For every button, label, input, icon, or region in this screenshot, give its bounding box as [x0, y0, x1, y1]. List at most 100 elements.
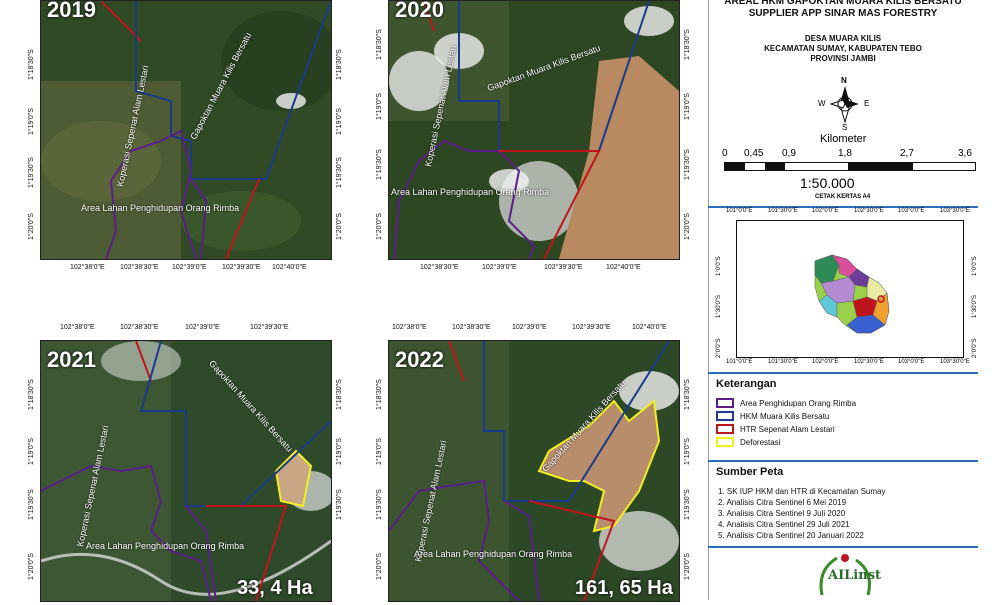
inset-map: 101°0'0"E 101°30'0"E 102°0'0"E 102°30'0"…: [708, 208, 978, 368]
inset-tick: 1°0'0"S: [716, 256, 722, 276]
scale-unit: Kilometer: [820, 133, 867, 145]
tick-right: 1°19'30"S: [684, 489, 691, 520]
tick-right: 1°18'30"S: [684, 379, 691, 410]
tick-right: 1°19'0"S: [684, 438, 691, 465]
tick-top: 102°39'30"E: [250, 324, 289, 331]
tick-bottom: 102°38'30"E: [420, 264, 459, 271]
title-line-1: AREAL HKM GAPOKTAN MUARA KILIS BERSATU: [724, 0, 962, 7]
divider: [708, 372, 978, 374]
tick-left: 1°19'30"S: [28, 489, 35, 520]
tick-left: 1°18'30"S: [376, 379, 383, 410]
map-frame-2022: 2022 Gapoktan Muara Kilis Bersatu Kopera…: [388, 340, 680, 602]
tick-bottom: 102°39'30"E: [544, 264, 583, 271]
map-year: 2019: [47, 0, 96, 22]
legend-title: Keterangan: [716, 378, 777, 390]
tick-right: 1°18'30"S: [336, 379, 343, 410]
compass-w: W: [818, 99, 826, 108]
legend-item: Area Penghidupan Orang Rimba: [716, 398, 856, 408]
tick-left: 1°18'30"S: [376, 29, 383, 60]
tick-bottom: 102°39'0"E: [482, 264, 517, 271]
source-item: 4. Analisis Citra Sentinel 29 Juli 2021: [718, 520, 850, 529]
tick-top: 102°40'0"E: [632, 324, 667, 331]
source-item: 1. SK IUP HKM dan HTR di Kecamatan Sumay: [718, 487, 886, 496]
inset-tick: 102°30'0"E: [854, 359, 884, 365]
scale-tick: 2,7: [900, 148, 914, 159]
inset-tick: 102°30'0"E: [854, 208, 884, 214]
label-orang-rimba: Area Lahan Penghidupan Orang Rimba: [81, 203, 240, 213]
deforestation-area: 33, 4 Ha: [237, 577, 313, 599]
map-year: 2022: [395, 347, 444, 372]
scale-tick: 3,6: [958, 148, 972, 159]
inset-tick: 103°0'0"E: [898, 359, 925, 365]
tick-right: 1°18'30"S: [336, 49, 343, 80]
tick-left: 1°19'30"S: [376, 489, 383, 520]
inset-tick: 1°30'0"S: [716, 294, 722, 318]
location-province: PROVINSI JAMBI: [810, 54, 876, 63]
deforestation-area: 161, 65 Ha: [575, 577, 673, 599]
scale-ticks: 0 0,45 0,9 1,8 2,7 3,6: [718, 148, 980, 160]
compass-e: E: [864, 99, 870, 108]
tick-bottom: 102°38'30"E: [120, 264, 159, 271]
print-paper: CETAK KERTAS A4: [815, 194, 871, 200]
tick-left: 1°20'0"S: [28, 553, 35, 580]
tick-bottom: 102°40'0"E: [606, 264, 641, 271]
inset-tick: 103°30'0"E: [940, 359, 970, 365]
tick-right: 1°19'30"S: [336, 157, 343, 188]
map-year: 2021: [47, 347, 96, 372]
sources-title: Sumber Peta: [716, 466, 784, 478]
scale-tick: 1,8: [838, 148, 852, 159]
map-frame-2020: 2020 Gapoktan Muara Kilis Bersatu Kopera…: [388, 0, 680, 260]
tick-right: 1°20'0"S: [684, 213, 691, 240]
tick-left: 1°19'0"S: [28, 108, 35, 135]
inset-tick: 101°30'0"E: [768, 359, 798, 365]
legend-label: HKM Muara Kilis Bersatu: [740, 411, 830, 421]
tick-top: 102°38'0"E: [60, 324, 95, 331]
jambi-province-map: [814, 254, 890, 334]
legend-label: Deforestasi: [740, 437, 781, 447]
legend-swatch: [716, 411, 734, 421]
tick-left: 1°19'0"S: [376, 93, 383, 120]
tick-left: 1°18'30"S: [28, 379, 35, 410]
map-title: AREAL HKM GAPOKTAN MUARA KILIS BERSATU S…: [708, 0, 978, 20]
source-item: 5. Analisis Citra Sentinel 20 Januari 20…: [718, 531, 864, 540]
legend-swatch: [716, 437, 734, 447]
tick-right: 1°19'30"S: [336, 489, 343, 520]
divider: [708, 546, 978, 548]
tick-right: 1°20'0"S: [336, 213, 343, 240]
tick-right: 1°18'30"S: [684, 29, 691, 60]
tick-left: 1°19'0"S: [376, 438, 383, 465]
legend-swatch: [716, 398, 734, 408]
label-orang-rimba: Area Lahan Penghidupan Orang Rimba: [414, 549, 573, 559]
inset-tick: 103°0'0"E: [898, 208, 925, 214]
legend-swatch: [716, 424, 734, 434]
tick-top: 102°39'0"E: [512, 324, 547, 331]
tick-left: 1°20'0"S: [28, 213, 35, 240]
inset-tick: 103°30'0"E: [940, 208, 970, 214]
inset-tick: 102°0'0"E: [812, 359, 839, 365]
tick-bottom: 102°39'0"E: [172, 264, 207, 271]
scale-tick: 0: [722, 148, 728, 159]
tick-right: 1°19'0"S: [336, 438, 343, 465]
scale-tick: 0,45: [744, 148, 764, 159]
inset-tick: 101°0'0"E: [726, 208, 753, 214]
tick-bottom: 102°39'30"E: [222, 264, 261, 271]
inset-tick: 2°0'0"S: [716, 338, 722, 358]
inset-tick: 101°30'0"E: [768, 208, 798, 214]
north-arrow-icon: N S W E: [818, 76, 870, 132]
tick-top: 102°38'30"E: [452, 324, 491, 331]
location-village: DESA MUARA KILIS: [804, 34, 882, 43]
compass-n: N: [841, 76, 847, 85]
scale-bar: [724, 162, 976, 171]
source-item: 2. Analisis Citra Sentinel 6 Mei 2019: [718, 498, 847, 507]
satellite-image-2019: [41, 1, 331, 259]
label-orang-rimba: Area Lahan Penghidupan Orang Rimba: [391, 187, 550, 197]
compass-s: S: [842, 123, 848, 132]
location-district: KECAMATAN SUMAY, KABUPATEN TEBO: [764, 44, 922, 53]
legend-label: HTR Sepenat Alam Lestari: [740, 424, 835, 434]
inset-tick: 2°0'0"S: [972, 338, 978, 358]
tick-left: 1°20'0"S: [376, 213, 383, 240]
inset-tick: 1°0'0"S: [972, 256, 978, 276]
inset-tick: 102°0'0"E: [812, 208, 839, 214]
tick-top: 102°38'0"E: [392, 324, 427, 331]
tick-top: 102°39'0"E: [185, 324, 220, 331]
